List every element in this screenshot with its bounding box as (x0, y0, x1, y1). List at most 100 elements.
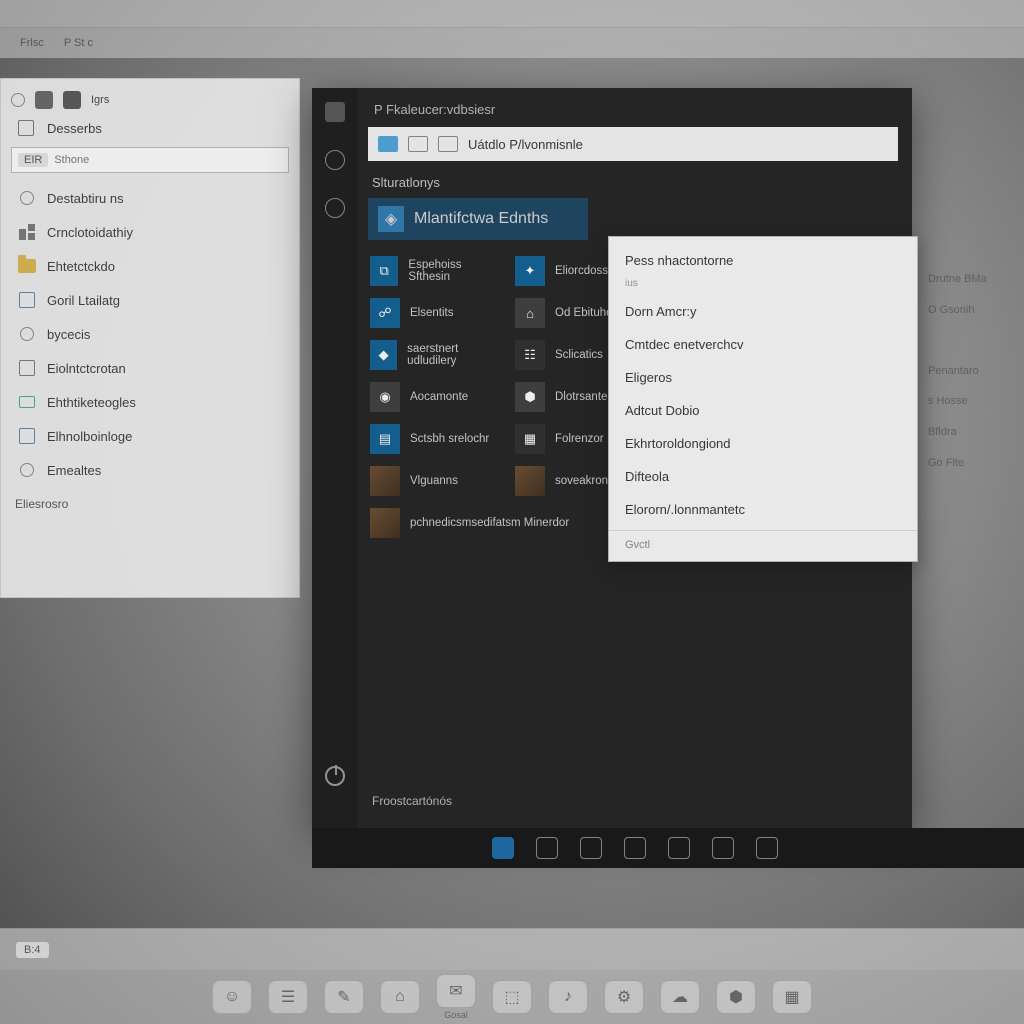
dark-taskbar (312, 828, 1024, 868)
explorer-heading[interactable]: Desserbs (1, 113, 299, 143)
browser-titlebar (0, 0, 1024, 28)
dock-icon[interactable]: ⬢ (716, 980, 756, 1014)
app-tile[interactable]: pchnedicsmsedifatsm Minerdor (368, 504, 648, 542)
app-label: Eliorcdoss (555, 265, 608, 277)
app-tile[interactable]: ◆saerstnert udludilery (368, 336, 503, 374)
explorer-item[interactable]: Eiolntctcrotan (1, 351, 299, 385)
filter-placeholder: Sthone (54, 154, 89, 166)
highlighted-app[interactable]: ◈ Mlantifctwa Ednths (368, 198, 588, 240)
bg-label: O Gsonih (928, 295, 1018, 326)
context-item[interactable]: Cmtdec enetverchcv (609, 328, 917, 361)
dock-icon[interactable]: ☁ (660, 980, 700, 1014)
item-label: Crnclotoidathiy (47, 225, 133, 240)
tile-icon: ✦ (515, 256, 545, 286)
dock-icon[interactable]: ⌂ (380, 980, 420, 1014)
context-item[interactable]: Difteola (609, 460, 917, 493)
context-footer[interactable]: Gvctl (609, 530, 917, 555)
context-item[interactable]: Dorn Amcr:y (609, 295, 917, 328)
browser-tabstrip: Frlsc P St c (0, 28, 1024, 58)
taskbar-icon[interactable] (580, 837, 602, 859)
dock-icon[interactable]: ⚙ (604, 980, 644, 1014)
bg-label: Penantaro (928, 356, 1018, 387)
taskbar-icon[interactable] (712, 837, 734, 859)
dock-label: Gosal (436, 1010, 476, 1020)
context-item[interactable]: Ekhrtoroldongiond (609, 427, 917, 460)
view-icon[interactable] (35, 91, 53, 109)
address-text: Uátdlo P/lvonmisnle (468, 137, 583, 152)
explorer-item[interactable]: Ehthtiketeogles (1, 385, 299, 419)
app-tile[interactable]: ☍Elsentits (368, 294, 503, 332)
chip-icon (19, 428, 35, 444)
tile-icon: ⬢ (515, 382, 545, 412)
start-rail (312, 88, 358, 828)
generic-icon (20, 463, 34, 477)
app-tile[interactable]: Vlguanns (368, 462, 503, 500)
taskbar-icon[interactable] (756, 837, 778, 859)
menu-icon[interactable] (325, 102, 345, 122)
explorer-item[interactable]: Goril Ltailatg (1, 283, 299, 317)
dock-icon[interactable]: ♪ (548, 980, 588, 1014)
taskbar-start-icon[interactable] (492, 837, 514, 859)
tile-icon: ◆ (370, 340, 397, 370)
taskbar-icon[interactable] (536, 837, 558, 859)
user-avatar-icon[interactable] (11, 93, 25, 107)
dock-icon[interactable]: ☺ (212, 980, 252, 1014)
app-label: Folrenzor (555, 433, 604, 445)
app-label: Espehoiss Sfthesin (408, 259, 501, 283)
app-label: Aocamonte (410, 391, 468, 403)
app-tile[interactable]: ◉Aocamonte (368, 378, 503, 416)
dock-icon[interactable]: ☰ (268, 980, 308, 1014)
explorer-filter[interactable]: EIR Sthone (11, 147, 289, 173)
tile-icon: ▦ (515, 424, 545, 454)
browser-tab[interactable]: Frlsc (20, 37, 44, 49)
taskbar-icon[interactable] (668, 837, 690, 859)
explorer-item[interactable]: Destabtiru ns (1, 181, 299, 215)
rail-icon[interactable] (325, 198, 345, 218)
app-tile[interactable]: ⧉ Espehoiss Sfthesin (368, 252, 503, 290)
context-item[interactable]: Eligeros (609, 361, 917, 394)
heading-label: Desserbs (47, 121, 102, 136)
tile-icon: ⧉ (370, 256, 398, 286)
bg-label: Drutne BMa (928, 264, 1018, 295)
item-label: Destabtiru ns (47, 191, 124, 206)
explorer-item[interactable]: Crnclotoidathiy (1, 215, 299, 249)
folder-icon (18, 259, 36, 273)
explorer-item[interactable]: Emealtes (1, 453, 299, 487)
rail-icon[interactable] (325, 150, 345, 170)
context-item[interactable]: Elororn/.lonnmantetc (609, 493, 917, 526)
disk-icon (19, 396, 35, 408)
highlight-label: Mlantifctwa Ednths (414, 210, 548, 228)
app-label: Dlotrsanter (555, 391, 611, 403)
app-label: soveakron (555, 475, 608, 487)
dock-icon[interactable]: ✎ (324, 980, 364, 1014)
dock-icon[interactable]: ⬚ (492, 980, 532, 1014)
topbar-label: Igrs (91, 94, 109, 106)
power-icon[interactable] (325, 766, 345, 786)
tile-icon: ☍ (370, 298, 400, 328)
item-label: Emealtes (47, 463, 101, 478)
explorer-item[interactable]: Ehtetctckdo (1, 249, 299, 283)
app-tile[interactable]: ▤Sctsbh srelochr (368, 420, 503, 458)
browser-tab[interactable]: P St c (64, 37, 93, 49)
tile-icon (370, 466, 400, 496)
bg-label: Bfldra (928, 417, 1018, 448)
status-tray: B:4 (0, 928, 1024, 970)
item-label: Goril Ltailatg (47, 293, 120, 308)
taskbar-icon[interactable] (624, 837, 646, 859)
item-label: Eiolntctcrotan (47, 361, 126, 376)
dock-icon[interactable]: ✉ (436, 974, 476, 1008)
status-badge: B:4 (16, 942, 49, 958)
context-heading: Pess nhactontorne (609, 247, 917, 278)
dock-icon[interactable]: ▦ (772, 980, 812, 1014)
tile-icon: ☷ (515, 340, 545, 370)
address-bar[interactable]: Uátdlo P/lvonmisnle (368, 127, 898, 161)
view-icon[interactable] (63, 91, 81, 109)
context-item[interactable]: Adtcut Dobio (609, 394, 917, 427)
grid-icon (19, 224, 35, 240)
explorer-item[interactable]: Elhnolboinloge (1, 419, 299, 453)
start-title: P Fkaleucer:vdbsiesr (368, 98, 898, 127)
tile-icon: ⌂ (515, 298, 545, 328)
dock: ☺ ☰ ✎ ⌂ ✉ Gosal ⬚ ♪ ⚙ ☁ ⬢ ▦ (0, 970, 1024, 1024)
explorer-item[interactable]: bycecis (1, 317, 299, 351)
app-label: Sclicatics (555, 349, 603, 361)
